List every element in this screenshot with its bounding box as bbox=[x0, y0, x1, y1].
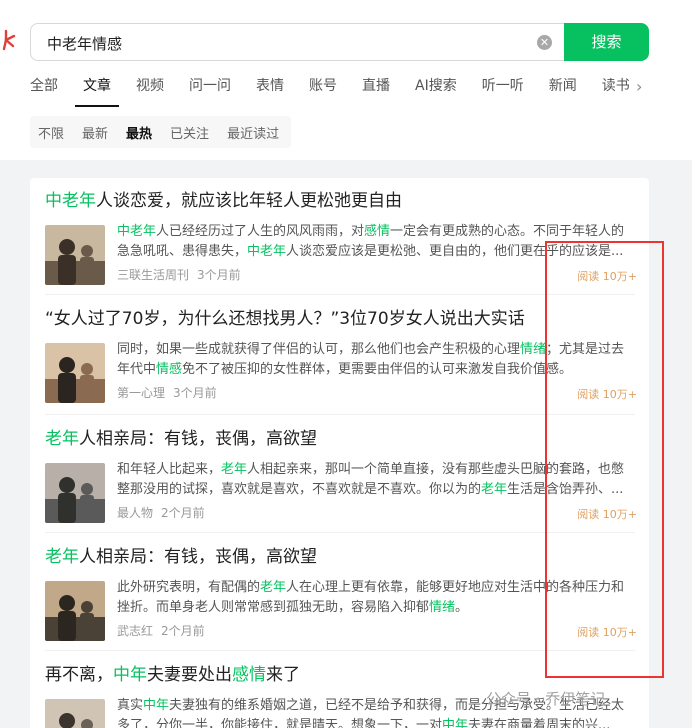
snippet-segment: 老年 bbox=[221, 462, 248, 477]
result-source[interactable]: 最人物 bbox=[117, 506, 153, 520]
result-thumbnail[interactable] bbox=[45, 699, 105, 728]
result-source[interactable]: 三联生活周刊 bbox=[117, 268, 189, 282]
title-segment: 夫妻要处出 bbox=[147, 665, 232, 685]
tab-6[interactable]: 直播 bbox=[362, 76, 390, 104]
result-item: 老年人相亲局：有钱，丧偶，高欲望 此外研究表明，有配偶的老年人在心理上更有依靠，能… bbox=[45, 532, 637, 641]
filter-2[interactable]: 最热 bbox=[126, 123, 152, 142]
snippet-segment: 夫妻在商量着周末的兴... bbox=[468, 718, 611, 728]
title-segment: 人相亲局：有钱，丧偶，高欲望 bbox=[79, 547, 317, 567]
result-thumbnail[interactable] bbox=[45, 463, 105, 523]
title-segment: 老年 bbox=[45, 547, 79, 567]
read-count: 阅读 10万+ bbox=[577, 388, 637, 401]
result-snippet: 中老年人已经经历过了人生的风风雨雨，对感情一定会有更成熟的心态。不同于年轻人的急… bbox=[117, 222, 632, 262]
result-title[interactable]: 老年人相亲局：有钱，丧偶，高欲望 bbox=[45, 428, 635, 452]
tab-1[interactable]: 文章 bbox=[75, 76, 119, 107]
result-source[interactable]: 第一心理 bbox=[117, 386, 165, 400]
result-time: 2个月前 bbox=[161, 506, 205, 520]
result-thumbnail[interactable] bbox=[45, 225, 105, 285]
snippet-segment: 老年 bbox=[260, 580, 287, 595]
snippet-segment: 老年 bbox=[481, 482, 508, 497]
snippet-segment: 情绪 bbox=[429, 600, 456, 615]
tab-0[interactable]: 全部 bbox=[30, 76, 58, 104]
snippet-segment: 和年轻人比起来， bbox=[117, 462, 222, 477]
snippet-segment: 人谈恋爱应该是更松弛、更自由的，他们更在乎的应该是... bbox=[286, 244, 624, 259]
tab-2[interactable]: 视频 bbox=[136, 76, 164, 104]
search-query[interactable]: 中老年情感 bbox=[47, 33, 122, 54]
results-list: 中老年人谈恋爱，就应该比年轻人更松弛更自由 中老年人已经经历过了人生的风风雨雨，对… bbox=[30, 178, 649, 728]
result-time: 3个月前 bbox=[173, 386, 217, 400]
result-title[interactable]: “女人过了70岁，为什么还想找男人？”3位70岁女人说出大实话 bbox=[45, 308, 635, 332]
snippet-segment: 中老年 bbox=[117, 224, 157, 239]
result-thumbnail[interactable] bbox=[45, 343, 105, 403]
snippet-segment: 感情 bbox=[364, 224, 391, 239]
snippet-segment: 真实 bbox=[117, 698, 144, 713]
clear-icon[interactable]: ✕ bbox=[537, 35, 552, 50]
filter-0[interactable]: 不限 bbox=[38, 123, 64, 142]
snippet-segment: 中年 bbox=[143, 698, 170, 713]
read-count: 阅读 10万+ bbox=[577, 270, 637, 283]
title-segment: 人谈恋爱，就应该比年轻人更松弛更自由 bbox=[96, 191, 402, 211]
title-segment: 中年 bbox=[113, 665, 147, 685]
filter-4[interactable]: 最近读过 bbox=[227, 123, 279, 142]
result-meta: 第一心理 3个月前 bbox=[117, 384, 217, 401]
snippet-segment: 免不了被压抑的女性群体，更需要由伴侣的认可来激发自我价值感。 bbox=[182, 362, 573, 377]
result-title[interactable]: 中老年人谈恋爱，就应该比年轻人更松弛更自由 bbox=[45, 190, 635, 214]
snippet-segment: 中年 bbox=[442, 718, 469, 728]
read-count: 阅读 10万+ bbox=[577, 626, 637, 639]
result-thumbnail[interactable] bbox=[45, 581, 105, 641]
tab-4[interactable]: 表情 bbox=[256, 76, 284, 104]
tab-9[interactable]: 新闻 bbox=[549, 76, 577, 104]
result-item: “女人过了70岁，为什么还想找男人？”3位70岁女人说出大实话同时，如果一些成就… bbox=[45, 294, 637, 403]
result-body: 中老年人已经经历过了人生的风风雨雨，对感情一定会有更成熟的心态。不同于年轻人的急… bbox=[45, 222, 637, 285]
result-item: 老年人相亲局：有钱，丧偶，高欲望 和年轻人比起来，老年人相起亲来，那叫一个简单直接… bbox=[45, 414, 637, 523]
result-time: 2个月前 bbox=[161, 624, 205, 638]
search-button[interactable]: 搜索 bbox=[564, 23, 649, 61]
result-title[interactable]: 再不离，中年夫妻要处出感情来了 bbox=[45, 664, 635, 688]
result-meta: 三联生活周刊 3个月前 bbox=[117, 266, 241, 283]
chevron-right-icon[interactable]: › bbox=[636, 77, 642, 96]
result-body: 和年轻人比起来，老年人相起亲来，那叫一个简单直接，没有那些虚头巴脑的套路，也憋整… bbox=[45, 460, 637, 523]
snippet-segment: 此外研究表明，有配偶的 bbox=[117, 580, 261, 595]
result-body: 同时，如果一些成就获得了伴侣的认可，那么他们也会产生积极的心理情绪；尤其是过去年… bbox=[45, 340, 637, 403]
title-segment: 中老年 bbox=[45, 191, 96, 211]
title-segment: 来了 bbox=[266, 665, 300, 685]
title-segment: 再不离， bbox=[45, 665, 113, 685]
result-meta: 最人物 2个月前 bbox=[117, 504, 205, 521]
search-header: 中老年情感 ✕ 搜索 全部 文章 视频 问一问 表情 账号 直播 AI搜索 听一听 新闻 读书 › … bbox=[0, 0, 692, 160]
title-segment: 老年 bbox=[45, 429, 79, 449]
read-count: 阅读 10万+ bbox=[577, 508, 637, 521]
title-segment: 感情 bbox=[232, 665, 266, 685]
snippet-segment: 情感 bbox=[156, 362, 183, 377]
category-tabs: 全部 文章 视频 问一问 表情 账号 直播 AI搜索 听一听 新闻 读书 bbox=[30, 76, 655, 107]
tab-3[interactable]: 问一问 bbox=[189, 76, 231, 104]
watermark: 公众号 · 乔伊笔记 bbox=[486, 690, 606, 708]
snippet-segment: 人已经经历过了人生的风风雨雨，对 bbox=[156, 224, 365, 239]
snippet-segment: 生活是含饴弄孙、... bbox=[507, 482, 624, 497]
tab-10[interactable]: 读书 bbox=[602, 76, 630, 104]
sort-filters: 不限 最新 最热 已关注 最近读过 bbox=[30, 116, 292, 148]
search-logo-icon bbox=[2, 29, 16, 51]
result-snippet: 和年轻人比起来，老年人相起亲来，那叫一个简单直接，没有那些虚头巴脑的套路，也憋整… bbox=[117, 460, 632, 500]
result-body: 此外研究表明，有配偶的老年人在心理上更有依靠，能够更好地应对生活中的各种压力和挫… bbox=[45, 578, 637, 641]
snippet-segment: 情绪 bbox=[520, 342, 547, 357]
result-snippet: 此外研究表明，有配偶的老年人在心理上更有依靠，能够更好地应对生活中的各种压力和挫… bbox=[117, 578, 632, 618]
result-source[interactable]: 武志红 bbox=[117, 624, 153, 638]
snippet-segment: 。 bbox=[455, 600, 469, 615]
tab-8[interactable]: 听一听 bbox=[482, 76, 524, 104]
filter-1[interactable]: 最新 bbox=[82, 123, 108, 142]
snippet-segment: 中老年 bbox=[247, 244, 287, 259]
search-input[interactable]: 中老年情感 ✕ bbox=[30, 23, 566, 61]
result-item: 中老年人谈恋爱，就应该比年轻人更松弛更自由 中老年人已经经历过了人生的风风雨雨，对… bbox=[45, 190, 637, 285]
result-time: 3个月前 bbox=[197, 268, 241, 282]
result-meta: 武志红 2个月前 bbox=[117, 622, 205, 639]
tab-7[interactable]: AI搜索 bbox=[415, 76, 457, 104]
snippet-segment: 同时，如果一些成就获得了伴侣的认可，那么他们也会产生积极的心理 bbox=[117, 342, 521, 357]
filter-3[interactable]: 已关注 bbox=[170, 123, 209, 142]
tab-5[interactable]: 账号 bbox=[309, 76, 337, 104]
title-segment: 人相亲局：有钱，丧偶，高欲望 bbox=[79, 429, 317, 449]
result-title[interactable]: 老年人相亲局：有钱，丧偶，高欲望 bbox=[45, 546, 635, 570]
title-segment: “女人过了70岁，为什么还想找男人？”3位70岁女人说出大实话 bbox=[45, 309, 525, 329]
result-snippet: 同时，如果一些成就获得了伴侣的认可，那么他们也会产生积极的心理情绪；尤其是过去年… bbox=[117, 340, 632, 380]
